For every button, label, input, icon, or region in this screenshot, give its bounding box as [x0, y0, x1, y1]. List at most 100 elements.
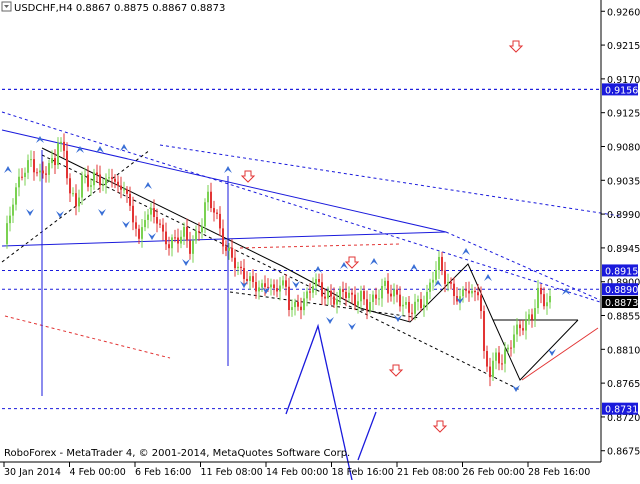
candle-body	[195, 231, 197, 241]
candle-body	[288, 286, 290, 310]
candle-body	[528, 314, 530, 321]
candle-body	[228, 247, 230, 251]
candle-body	[504, 349, 506, 364]
candle-body	[516, 324, 518, 335]
candle-body	[42, 170, 44, 174]
candle-body	[507, 347, 509, 350]
candle-body	[303, 298, 305, 311]
candle-body	[21, 176, 23, 178]
candle-body	[432, 279, 434, 283]
candle-body	[363, 291, 365, 300]
candle-body	[369, 302, 371, 311]
candle-body	[324, 296, 326, 299]
candle-body	[171, 237, 173, 249]
candle-body	[114, 178, 116, 182]
candle-body	[390, 293, 392, 297]
candle-body	[396, 289, 398, 295]
candle-body	[285, 280, 287, 287]
candle-body	[30, 159, 32, 161]
candle-body	[111, 177, 113, 179]
candle-body	[96, 172, 98, 175]
candle-body	[366, 299, 368, 311]
candle-body	[150, 208, 152, 215]
candle-body	[381, 285, 383, 299]
y-tick-label: 0.9080	[607, 142, 640, 153]
candle-body	[345, 291, 347, 298]
candle-body	[312, 286, 314, 293]
candle-body	[471, 290, 473, 294]
candle-body	[27, 160, 29, 173]
candle-body	[183, 226, 185, 237]
candle-body	[423, 304, 425, 309]
candle-body	[66, 150, 68, 179]
candle-body	[246, 278, 248, 281]
candle-body	[525, 320, 527, 331]
candle-body	[135, 222, 137, 229]
candle-body	[327, 290, 329, 299]
candle-body	[306, 291, 308, 299]
candle-body	[483, 311, 485, 352]
candle-body	[249, 276, 251, 281]
y-tick-label: 0.8675	[607, 447, 640, 458]
copyright-text: RoboForex - MetaTrader 4, © 2001-2014, M…	[4, 448, 350, 459]
candle-body	[426, 291, 428, 305]
candle-body	[9, 215, 11, 224]
candle-body	[357, 301, 359, 306]
candle-body	[48, 163, 50, 175]
candle-body	[300, 306, 302, 311]
candle-body	[273, 284, 275, 289]
y-tick-label: 0.8990	[607, 210, 640, 221]
candle-body	[297, 301, 299, 307]
y-tick-label: 0.9215	[607, 41, 640, 52]
candle-body	[45, 173, 47, 175]
candle-body	[216, 212, 218, 214]
candle-body	[156, 217, 158, 224]
candle-body	[117, 181, 119, 186]
candle-body	[90, 185, 92, 187]
candle-body	[402, 304, 404, 307]
candle-body	[222, 228, 224, 247]
candle-body	[102, 184, 104, 186]
candle-body	[60, 141, 62, 144]
candle-body	[411, 312, 413, 314]
candle-body	[93, 172, 95, 186]
candle-body	[291, 307, 293, 310]
y-tick-label: 0.9125	[607, 109, 640, 120]
price-chart: 0.92600.92150.91700.91250.90800.90350.89…	[0, 0, 640, 481]
candle-body	[438, 256, 440, 271]
candle-body	[546, 302, 548, 307]
x-tick-label: 18 Feb 16:00	[332, 467, 394, 478]
candle-body	[6, 223, 8, 245]
x-tick-label: 30 Jan 2014	[4, 467, 61, 478]
candle-body	[465, 289, 467, 291]
candle-body	[240, 266, 242, 269]
candle-body	[543, 294, 545, 307]
candle-body	[129, 193, 131, 206]
candle-body	[12, 204, 14, 216]
candle-body	[69, 178, 71, 194]
candle-body	[165, 231, 167, 245]
candle-body	[354, 294, 356, 306]
candle-body	[462, 289, 464, 297]
x-tick-label: 26 Feb 00:00	[463, 467, 525, 478]
candle-body	[510, 347, 512, 349]
candle-body	[132, 205, 134, 223]
candle-body	[474, 290, 476, 293]
candle-body	[276, 288, 278, 292]
candle-body	[387, 280, 389, 294]
candle-body	[63, 141, 65, 151]
level-label-text: 0.8890	[605, 285, 638, 296]
candle-body	[39, 170, 41, 173]
candle-body	[258, 287, 260, 292]
candle-body	[282, 280, 284, 286]
candle-body	[186, 226, 188, 241]
candle-body	[75, 193, 77, 207]
candle-body	[192, 240, 194, 254]
candle-body	[84, 174, 86, 176]
candle-body	[336, 299, 338, 305]
candle-body	[198, 231, 200, 233]
candle-body	[177, 237, 179, 244]
candle-body	[24, 172, 26, 177]
candle-body	[105, 178, 107, 185]
candle-body	[57, 143, 59, 166]
